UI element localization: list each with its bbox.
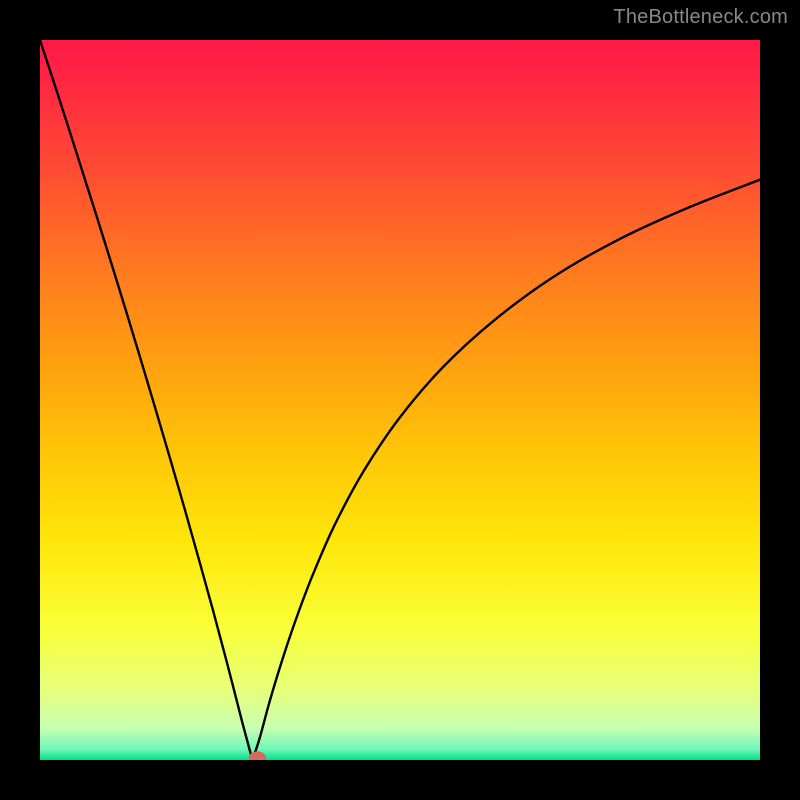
attribution-label: TheBottleneck.com <box>613 6 788 29</box>
bottleneck-chart <box>40 40 760 760</box>
chart-frame <box>40 40 760 760</box>
gradient-background <box>40 40 760 760</box>
